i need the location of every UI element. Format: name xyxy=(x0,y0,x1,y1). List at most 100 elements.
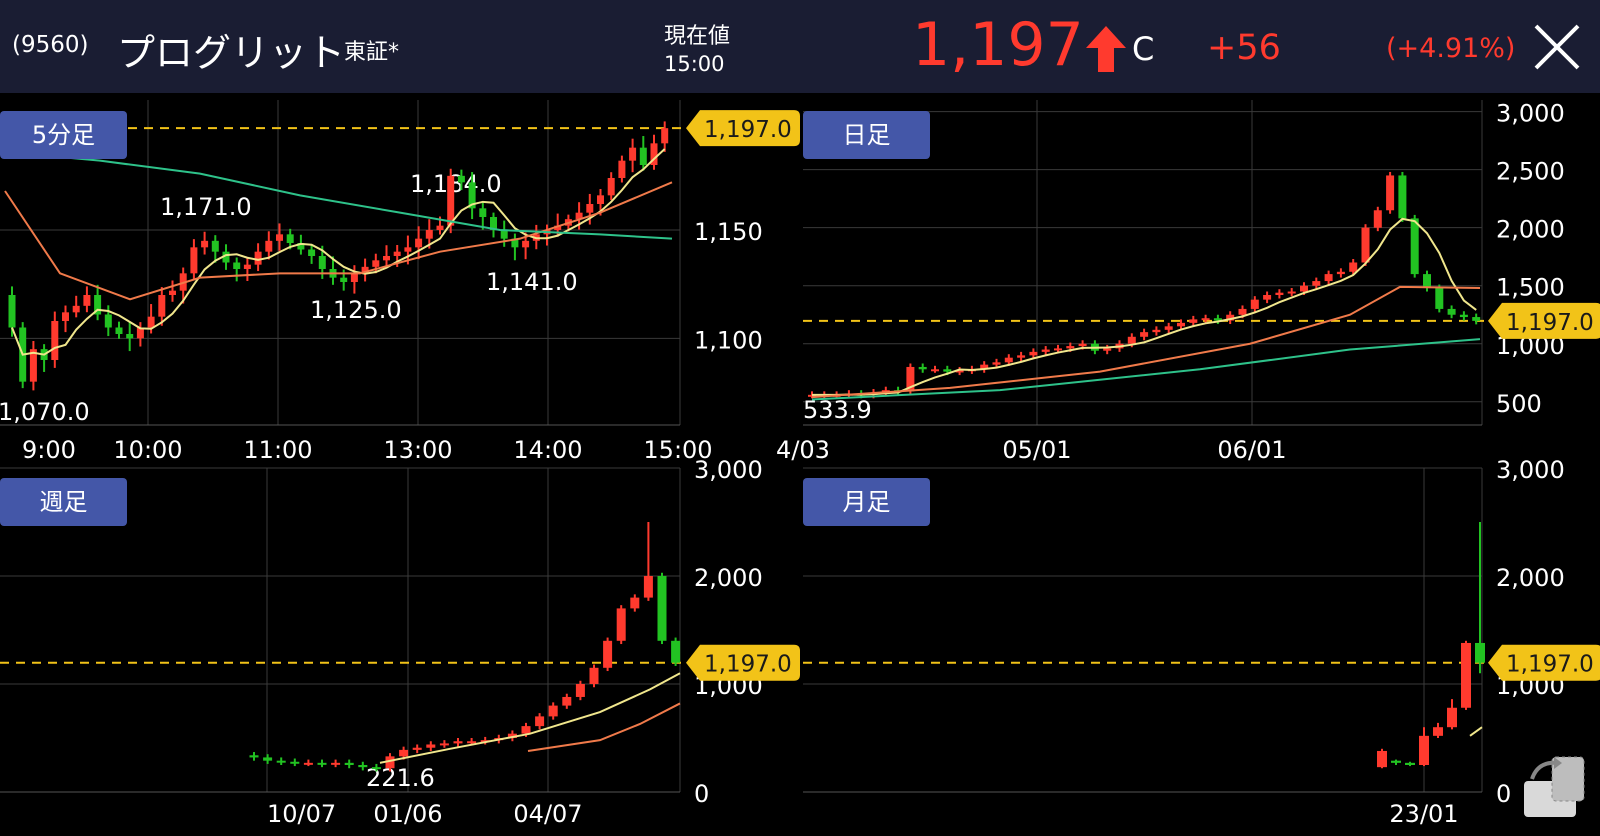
y-tick-label: 1,150 xyxy=(694,218,763,246)
candle-body xyxy=(931,369,939,372)
chart-area: 1,1501,1009:00 10:00 11:00 13:00 14:00 15:001… xyxy=(0,100,1600,828)
candle-body xyxy=(211,240,219,252)
candle-body xyxy=(1461,642,1471,708)
candle-body xyxy=(1433,727,1443,736)
candle-body xyxy=(589,667,599,684)
min-max-label: 1,141.0 xyxy=(486,268,578,296)
candle-body xyxy=(317,762,327,765)
candle-body xyxy=(350,273,358,282)
x-tick-label: 13:00 xyxy=(383,436,452,464)
candle-body xyxy=(371,767,381,770)
y-tick-label: 2,500 xyxy=(1496,158,1565,186)
candle-body xyxy=(607,178,615,196)
price-tag-label: 1,197.0 xyxy=(1506,652,1594,678)
candle-body xyxy=(1127,336,1136,344)
candle-body xyxy=(616,608,626,641)
ma-short-line xyxy=(1469,726,1483,737)
candle-body xyxy=(318,256,326,269)
candle-body xyxy=(1459,314,1468,318)
candle-body xyxy=(1164,326,1173,330)
candle-body xyxy=(72,305,80,313)
x-tick-label: 11:00 xyxy=(243,436,312,464)
candle-body xyxy=(1250,299,1259,309)
candle-body xyxy=(671,640,681,663)
candle-body xyxy=(372,260,380,267)
y-tick-label: 3,000 xyxy=(694,456,763,484)
candle-body xyxy=(1004,357,1013,363)
candle-body xyxy=(233,262,241,269)
y-tick-label: 2,000 xyxy=(694,564,763,592)
candle-body xyxy=(249,755,259,758)
candle-body xyxy=(243,264,251,269)
candle-body xyxy=(1410,218,1419,275)
candle-body xyxy=(331,762,341,765)
candle-body xyxy=(479,208,487,217)
candle-body xyxy=(630,597,640,609)
price-tag-label: 1,197.0 xyxy=(704,117,792,143)
candle-body xyxy=(1423,274,1431,289)
candle-body xyxy=(1391,760,1401,763)
candle-body xyxy=(1103,348,1112,351)
candle-body xyxy=(1029,351,1038,356)
y-tick-label: 0 xyxy=(1496,780,1511,808)
x-tick-label: 10/07 xyxy=(267,800,336,828)
x-tick-label: 4/03 xyxy=(776,436,830,464)
candle-body xyxy=(618,160,626,178)
price-tag-label: 1,197.0 xyxy=(704,652,792,678)
candle-body xyxy=(1447,308,1456,315)
candle-body xyxy=(1312,281,1321,286)
candle-body xyxy=(562,696,572,706)
candle-body xyxy=(83,295,91,306)
candle-body xyxy=(1189,319,1198,323)
candle-body xyxy=(918,366,927,370)
candle-body xyxy=(992,362,1001,365)
candle-body xyxy=(1201,318,1210,321)
y-tick-label: 3,000 xyxy=(1496,456,1565,484)
candle-body xyxy=(639,147,647,165)
candle-body xyxy=(1177,322,1185,327)
candle-body xyxy=(265,240,273,252)
candle-body xyxy=(426,744,436,748)
candle-body xyxy=(1405,762,1415,765)
candle-body xyxy=(8,295,16,328)
candle-body xyxy=(340,277,348,282)
candle-body xyxy=(1152,329,1161,333)
ma-short-line xyxy=(379,672,681,764)
price-tag-label: 1,197.0 xyxy=(1506,310,1594,336)
tab-daily[interactable]: 日足 xyxy=(803,111,930,159)
tab-5min[interactable]: 5分足 xyxy=(0,111,127,159)
candle-body xyxy=(1435,288,1444,309)
candle-body xyxy=(1140,332,1149,337)
candle-body xyxy=(522,240,530,248)
rotate-screen-icon[interactable] xyxy=(1522,755,1586,819)
candle-body xyxy=(276,234,283,241)
candle-body xyxy=(453,741,463,744)
y-tick-label: 500 xyxy=(1496,390,1542,418)
candle-body xyxy=(943,369,952,372)
candle-body xyxy=(1017,355,1026,358)
min-max-label: 1,070.0 xyxy=(0,398,90,426)
tab-weekly[interactable]: 週足 xyxy=(0,478,127,526)
candle-body xyxy=(467,741,477,744)
candle-body xyxy=(1275,292,1284,295)
candle-body xyxy=(603,640,613,668)
candle-body xyxy=(158,295,166,317)
candle-body xyxy=(169,290,176,295)
candle-body xyxy=(1398,175,1407,219)
candle-body xyxy=(1066,346,1075,349)
candle-body xyxy=(358,765,368,768)
candle-body xyxy=(447,175,455,226)
candle-body xyxy=(521,726,531,734)
x-tick-label: 05/01 xyxy=(1002,436,1071,464)
y-tick-label: 2,000 xyxy=(1496,216,1565,244)
candle-body xyxy=(126,334,134,339)
candle-body xyxy=(51,321,59,360)
candle-body xyxy=(586,204,594,213)
candle-body xyxy=(276,760,286,763)
candle-body xyxy=(1377,750,1387,768)
tab-monthly[interactable]: 月足 xyxy=(803,478,930,526)
candle-body xyxy=(383,256,390,261)
candle-body xyxy=(1324,274,1333,282)
candle-body xyxy=(393,251,401,256)
candle-body xyxy=(303,762,313,765)
